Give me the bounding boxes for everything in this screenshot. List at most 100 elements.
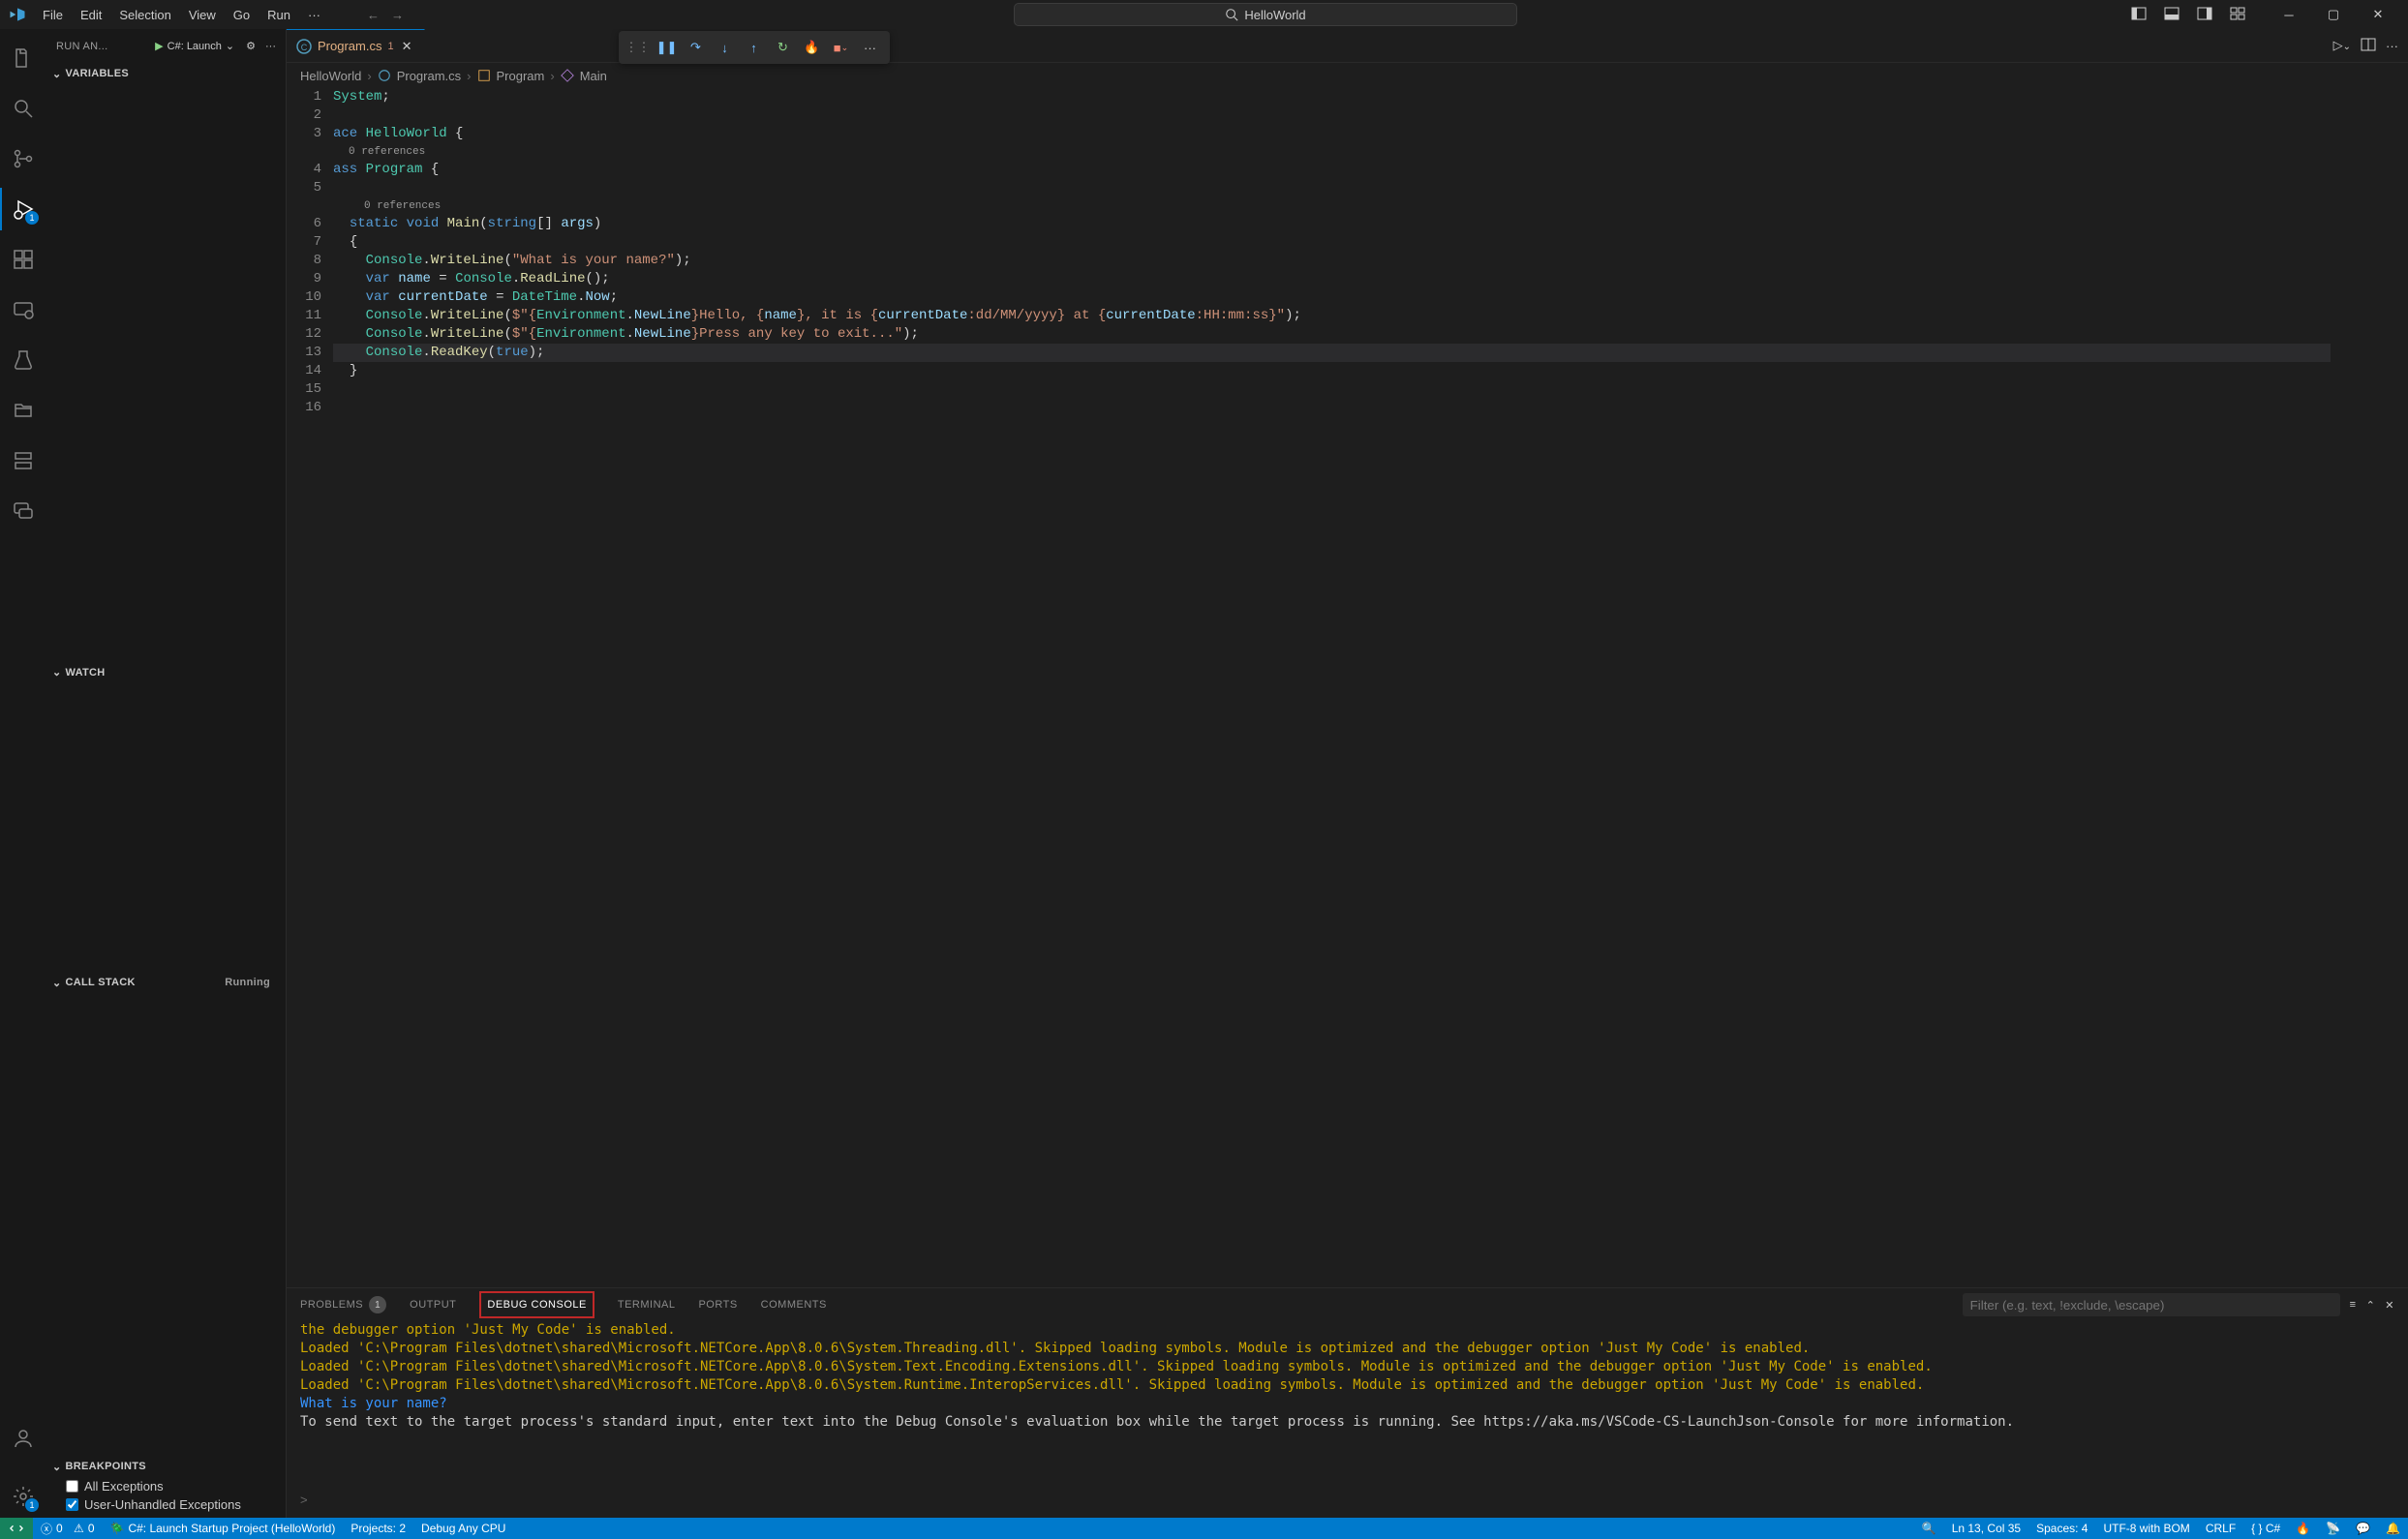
menu-selection[interactable]: Selection bbox=[111, 4, 178, 26]
status-fire-icon[interactable]: 🔥 bbox=[2288, 1522, 2318, 1535]
menu-file[interactable]: File bbox=[35, 4, 71, 26]
more-icon[interactable]: ··· bbox=[265, 41, 276, 52]
editor-area: C Program.cs 1 ✕ ⋮⋮ ❚❚ ↷ ↓ ↑ ↻ 🔥 ■⌄ ··· … bbox=[287, 29, 2408, 1518]
panel-tab-ports[interactable]: PORTS bbox=[698, 1291, 737, 1318]
status-language[interactable]: { } C# bbox=[2243, 1522, 2288, 1535]
status-bell-icon[interactable]: 🔔 bbox=[2378, 1522, 2408, 1535]
activity-bar: 1 1 bbox=[0, 29, 46, 1518]
activity-settings[interactable]: 1 bbox=[0, 1475, 46, 1518]
code-content[interactable]: System;ace HelloWorld {0 referencesass P… bbox=[333, 88, 2331, 1287]
status-build-config[interactable]: Debug Any CPU bbox=[413, 1518, 513, 1539]
activity-search[interactable] bbox=[0, 87, 46, 130]
breadcrumb-item[interactable]: Program bbox=[497, 69, 545, 83]
status-search-icon[interactable]: 🔍 bbox=[1914, 1522, 1944, 1535]
debug-console-input[interactable]: > bbox=[287, 1493, 2408, 1518]
panel-close-icon[interactable]: ✕ bbox=[2385, 1299, 2394, 1312]
layout-sidebar-right-icon[interactable] bbox=[2193, 2, 2216, 28]
panel-tab-output[interactable]: OUTPUT bbox=[410, 1291, 456, 1318]
panel-tab-problems[interactable]: PROBLEMS1 bbox=[300, 1288, 386, 1321]
menu-edit[interactable]: Edit bbox=[73, 4, 109, 26]
command-center[interactable]: HelloWorld bbox=[1014, 3, 1517, 26]
collapse-icon[interactable]: ⌃ bbox=[2366, 1299, 2376, 1312]
layout-sidebar-left-icon[interactable] bbox=[2127, 2, 2150, 28]
activity-debug[interactable]: 1 bbox=[0, 188, 46, 230]
breakpoints-label: BREAKPOINTS bbox=[66, 1461, 146, 1472]
breakpoint-item[interactable]: All Exceptions bbox=[46, 1477, 286, 1495]
breadcrumb[interactable]: HelloWorld› Program.cs› Program› Main bbox=[287, 63, 2408, 88]
editor-tab[interactable]: C Program.cs 1 ✕ bbox=[287, 29, 425, 62]
activity-solution[interactable] bbox=[0, 389, 46, 432]
minimap[interactable] bbox=[2331, 88, 2408, 1287]
stop-icon[interactable]: ■⌄ bbox=[828, 34, 855, 61]
status-projects[interactable]: Projects: 2 bbox=[343, 1518, 413, 1539]
activity-scm[interactable] bbox=[0, 137, 46, 180]
run-icon[interactable]: ▷⌄ bbox=[2333, 38, 2351, 53]
activity-remote[interactable] bbox=[0, 288, 46, 331]
section-watch[interactable]: ⌄WATCH bbox=[46, 662, 286, 683]
activity-explorer[interactable] bbox=[0, 37, 46, 79]
menu-go[interactable]: Go bbox=[226, 4, 258, 26]
step-out-icon[interactable]: ↑ bbox=[741, 34, 768, 61]
code-editor[interactable]: 12345678910111213141516 System;ace Hello… bbox=[287, 88, 2408, 1287]
menu-overflow[interactable]: ··· bbox=[300, 4, 328, 26]
chevron-down-icon: ⌄ bbox=[226, 40, 234, 52]
remote-indicator[interactable] bbox=[0, 1518, 33, 1539]
section-breakpoints[interactable]: ⌄BREAKPOINTS bbox=[46, 1456, 286, 1477]
status-comment-icon[interactable]: 💬 bbox=[2348, 1522, 2378, 1535]
debug-sidebar: RUN AN... ▶ C#: Launch ⌄ ⚙ ··· ⌄VARIABLE… bbox=[46, 29, 287, 1518]
nav-forward-icon[interactable]: → bbox=[391, 8, 404, 22]
watch-label: WATCH bbox=[66, 667, 106, 679]
window-maximize[interactable]: ▢ bbox=[2311, 0, 2356, 29]
menu-bar: File Edit Selection View Go Run ··· bbox=[35, 4, 328, 26]
panel-tab-terminal[interactable]: TERMINAL bbox=[618, 1291, 676, 1318]
section-variables[interactable]: ⌄VARIABLES bbox=[46, 63, 286, 84]
status-cursor-position[interactable]: Ln 13, Col 35 bbox=[1944, 1522, 2028, 1535]
debug-toolbar[interactable]: ⋮⋮ ❚❚ ↷ ↓ ↑ ↻ 🔥 ■⌄ ··· bbox=[619, 31, 890, 64]
gear-icon[interactable]: ⚙ bbox=[246, 40, 256, 52]
panel-tab-debug-console[interactable]: DEBUG CONSOLE bbox=[479, 1291, 594, 1318]
split-editor-icon[interactable] bbox=[2361, 37, 2376, 55]
status-encoding[interactable]: UTF-8 with BOM bbox=[2095, 1522, 2197, 1535]
panel-filter-input[interactable] bbox=[1963, 1293, 2340, 1316]
breadcrumb-item[interactable]: Main bbox=[580, 69, 607, 83]
nav-back-icon[interactable]: ← bbox=[367, 8, 380, 22]
window-minimize[interactable]: ─ bbox=[2267, 0, 2311, 29]
pause-icon[interactable]: ❚❚ bbox=[654, 34, 681, 61]
close-icon[interactable]: ✕ bbox=[400, 37, 414, 56]
error-count: 0 bbox=[56, 1522, 63, 1535]
step-into-icon[interactable]: ↓ bbox=[712, 34, 739, 61]
breakpoint-checkbox[interactable] bbox=[66, 1480, 78, 1493]
breakpoint-checkbox[interactable] bbox=[66, 1498, 78, 1511]
menu-view[interactable]: View bbox=[181, 4, 224, 26]
callstack-status: Running bbox=[225, 977, 280, 988]
activity-chat[interactable] bbox=[0, 490, 46, 532]
hot-reload-icon[interactable]: 🔥 bbox=[799, 34, 826, 61]
layout-custom-icon[interactable] bbox=[2226, 2, 2249, 28]
debug-config-dropdown[interactable]: ▶ C#: Launch ⌄ bbox=[155, 40, 234, 52]
section-callstack[interactable]: ⌄CALL STACKRunning bbox=[46, 972, 286, 993]
drag-handle-icon[interactable]: ⋮⋮ bbox=[625, 34, 652, 61]
breadcrumb-item[interactable]: Program.cs bbox=[397, 69, 461, 83]
activity-extensions[interactable] bbox=[0, 238, 46, 281]
status-broadcast-icon[interactable]: 📡 bbox=[2318, 1522, 2348, 1535]
menu-run[interactable]: Run bbox=[259, 4, 298, 26]
window-close[interactable]: ✕ bbox=[2356, 0, 2400, 29]
status-eol[interactable]: CRLF bbox=[2198, 1522, 2243, 1535]
restart-icon[interactable]: ↻ bbox=[770, 34, 797, 61]
status-errors[interactable]: ⓧ0 ⚠0 bbox=[33, 1518, 103, 1539]
status-indentation[interactable]: Spaces: 4 bbox=[2028, 1522, 2095, 1535]
filter-icon[interactable]: ≡ bbox=[2350, 1299, 2357, 1311]
breadcrumb-item[interactable]: HelloWorld bbox=[300, 69, 361, 83]
more-icon[interactable]: ··· bbox=[2386, 39, 2398, 53]
tab-modified-badge: 1 bbox=[387, 41, 393, 52]
layout-panel-icon[interactable] bbox=[2160, 2, 2183, 28]
more-icon[interactable]: ··· bbox=[857, 34, 884, 61]
activity-testing[interactable] bbox=[0, 339, 46, 381]
step-over-icon[interactable]: ↷ bbox=[683, 34, 710, 61]
debug-console-output[interactable]: the debugger option 'Just My Code' is en… bbox=[287, 1321, 2408, 1493]
activity-account[interactable] bbox=[0, 1417, 46, 1460]
activity-server[interactable] bbox=[0, 439, 46, 482]
breakpoint-item[interactable]: User-Unhandled Exceptions bbox=[46, 1495, 286, 1514]
status-launch-config[interactable]: 🪲C#: Launch Startup Project (HelloWorld) bbox=[103, 1518, 344, 1539]
panel-tab-comments[interactable]: COMMENTS bbox=[761, 1291, 827, 1318]
